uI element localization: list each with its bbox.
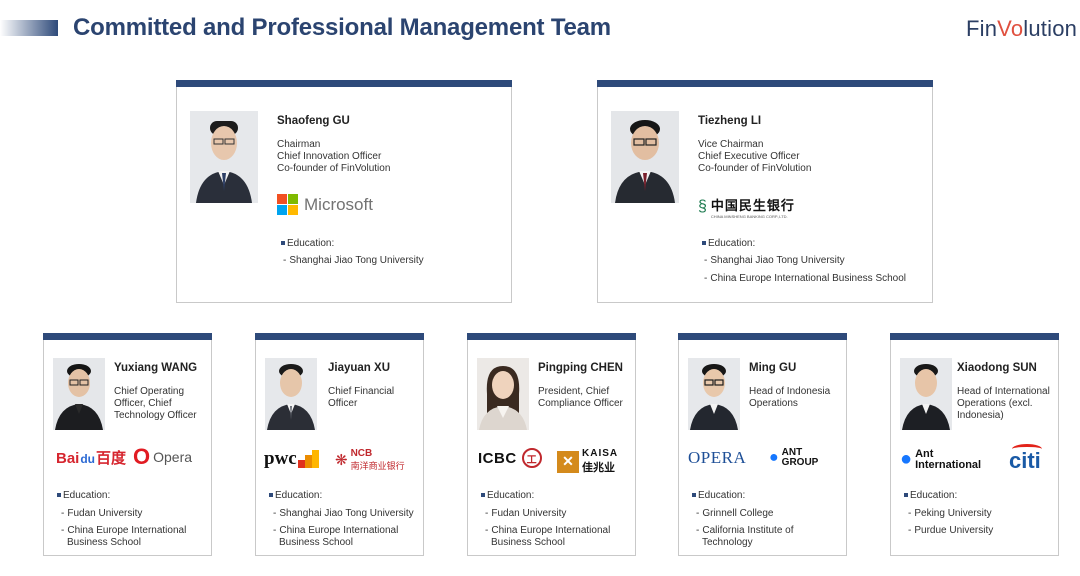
card-xiaodong-sun: Xiaodong SUN Head of International Opera… <box>890 333 1059 556</box>
card-pingping-chen: Pingping CHEN President, Chief Complianc… <box>467 333 636 556</box>
portrait-photo <box>611 111 679 203</box>
icbc-logo: ICBC 工 <box>478 448 542 468</box>
baidu-logo: Baidu百度 <box>56 450 127 467</box>
icbc-mark-icon: 工 <box>521 448 542 468</box>
education-item: - Grinnell College <box>696 508 774 519</box>
member-roles: President, Chief Compliance Officer <box>538 386 623 409</box>
page-title: Committed and Professional Management Te… <box>73 14 611 41</box>
card-header-bar <box>176 80 512 87</box>
education-item: Business School <box>279 537 353 548</box>
education-item: Business School <box>491 537 565 548</box>
education-label: Education: <box>904 490 957 501</box>
education-item: - Peking University <box>908 508 992 519</box>
card-jiayuan-xu: Jiayuan XU Chief Financial Officer pwc ❋… <box>255 333 424 556</box>
card-header-bar <box>597 80 933 87</box>
member-roles: Head of Indonesia Operations <box>749 386 831 409</box>
education-label: Education: <box>481 490 534 501</box>
member-roles: Chief Financial Officer <box>328 386 395 409</box>
card-header-bar <box>890 333 1059 340</box>
citi-logo: citi <box>1009 444 1042 474</box>
education-item: - Shanghai Jiao Tong University <box>283 255 424 266</box>
education-item: - China Europe International <box>485 525 611 536</box>
member-name: Shaofeng GU <box>277 115 350 127</box>
member-name: Ming GU <box>749 362 797 374</box>
member-name: Xiaodong SUN <box>957 362 1037 374</box>
portrait-photo <box>900 358 952 430</box>
education-item: - China Europe International <box>61 525 187 536</box>
member-roles: Head of International Operations (excl. … <box>957 386 1050 421</box>
opera-logo: O Opera <box>133 444 193 469</box>
microsoft-logo: Microsoft <box>277 194 373 215</box>
member-name: Jiayuan XU <box>328 362 390 374</box>
education-item: Business School <box>67 537 141 548</box>
education-item: - Purdue University <box>908 525 994 536</box>
member-name: Tiezheng LI <box>698 115 762 127</box>
education-item: - Shanghai Jiao Tong University <box>704 255 845 266</box>
card-header-bar <box>43 333 212 340</box>
finvolution-logo: FinVolution <box>966 16 1078 41</box>
ncb-mark-icon: ❋ <box>335 452 348 469</box>
opera-solutions-logo: OPERA <box>688 448 747 467</box>
portrait-photo <box>53 358 105 430</box>
education-label: Education: <box>269 490 322 501</box>
card-yuxiang-wang: Yuxiang WANG Chief Operating Officer, Ch… <box>43 333 212 556</box>
kaisa-logo: ✕ KAISA 佳兆业 <box>557 448 618 475</box>
card-header-bar <box>467 333 636 340</box>
education-item: - Shanghai Jiao Tong University <box>273 508 414 519</box>
card-shaofeng-gu: Shaofeng GU Chairman Chief Innovation Of… <box>176 80 512 303</box>
education-item: - Fudan University <box>485 508 567 519</box>
member-roles: Vice Chairman Chief Executive Officer Co… <box>698 139 812 174</box>
education-item: - Fudan University <box>61 508 143 519</box>
education-label: Education: <box>702 238 755 249</box>
cmbc-logo: § 中国民生银行 CHINA MINSHENG BANKING CORP.,LTD… <box>698 198 795 219</box>
education-item: - California Institute of <box>696 525 794 536</box>
title-accent-bar <box>0 20 58 36</box>
ant-mark-icon: ● <box>769 449 779 466</box>
portrait-photo <box>265 358 317 430</box>
member-roles: Chairman Chief Innovation Officer Co-fou… <box>277 139 391 174</box>
ant-mark-icon: ● <box>900 448 913 470</box>
card-header-bar <box>255 333 424 340</box>
kaisa-mark-icon: ✕ <box>557 450 579 473</box>
ncb-logo: ❋ NCB 南洋商业银行 <box>335 448 405 471</box>
portrait-photo <box>688 358 740 430</box>
education-item: - China Europe International Business Sch… <box>704 273 907 284</box>
education-label: Education: <box>57 490 110 501</box>
member-name: Yuxiang WANG <box>114 362 198 374</box>
card-header-bar <box>678 333 847 340</box>
pwc-logo: pwc <box>264 448 319 470</box>
member-name: Pingping CHEN <box>538 362 623 374</box>
ant-group-logo: ● ANT GROUP <box>769 447 819 468</box>
member-roles: Chief Operating Officer, Chief Technolog… <box>114 386 197 421</box>
opera-o-icon: O <box>133 444 151 469</box>
citi-arc-icon <box>1012 444 1042 454</box>
card-ming-gu: Ming GU Head of Indonesia Operations OPE… <box>678 333 847 556</box>
portrait-photo <box>190 111 258 203</box>
education-item: - China Europe International <box>273 525 399 536</box>
education-item: Technology <box>702 537 753 548</box>
education-label: Education: <box>692 490 745 501</box>
ant-international-logo: ● Ant International <box>900 447 982 471</box>
education-label: Education: <box>281 238 334 249</box>
portrait-photo <box>477 358 529 430</box>
cmbc-mark-icon: § <box>698 198 707 215</box>
card-tiezheng-li: Tiezheng LI Vice Chairman Chief Executiv… <box>597 80 933 303</box>
